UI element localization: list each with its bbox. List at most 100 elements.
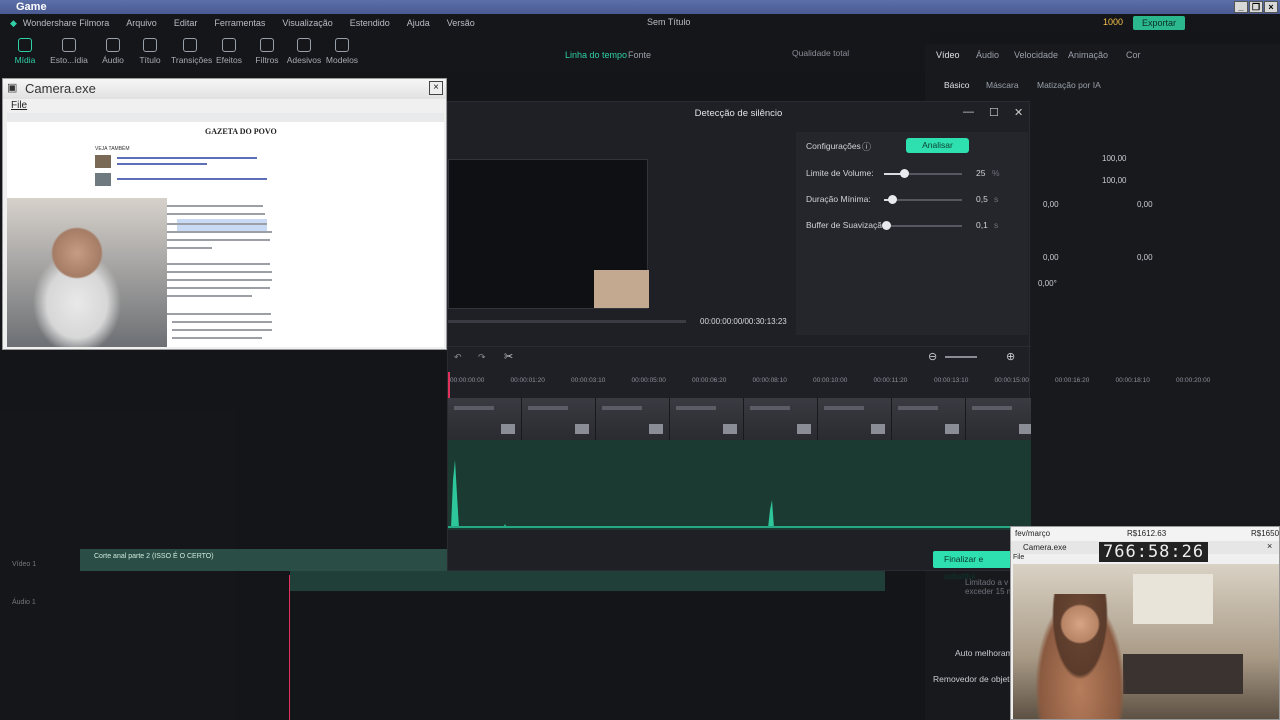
tab-video[interactable]: Vídeo bbox=[936, 50, 960, 60]
buffer-slider[interactable] bbox=[881, 221, 962, 230]
subtab-mascara[interactable]: Máscara bbox=[986, 80, 1019, 90]
object-remover-label: Removedor de objeto bbox=[933, 674, 1015, 684]
tool-modelos[interactable]: Modelos bbox=[323, 38, 361, 65]
export-button[interactable]: Exportar bbox=[1133, 16, 1185, 30]
camera2-close-icon[interactable]: × bbox=[1267, 541, 1272, 551]
tool-transicoes[interactable]: Transições bbox=[171, 38, 212, 65]
tool-filtros[interactable]: Filtros bbox=[248, 38, 286, 65]
config-label: Configurações bbox=[806, 141, 861, 151]
tab-audio[interactable]: Áudio bbox=[976, 50, 999, 60]
maximize-button[interactable]: ❐ bbox=[1249, 1, 1263, 13]
clip-thumbnails bbox=[448, 398, 1031, 440]
zoom-slider[interactable] bbox=[945, 356, 977, 358]
camera2-feed bbox=[1013, 564, 1279, 719]
camera-window-1: Camera.exe ▣ × File GAZETA DO POVO VEJA … bbox=[2, 78, 447, 350]
close-button[interactable]: × bbox=[1264, 1, 1278, 13]
music-icon bbox=[106, 38, 120, 52]
clip-thumbnail bbox=[522, 398, 596, 440]
param-label: Limite de Volume: bbox=[806, 168, 874, 178]
value-scale-y: 100,00 bbox=[1102, 176, 1127, 185]
menu-versao[interactable]: Versão bbox=[447, 18, 475, 28]
tool-adesivos[interactable]: Adesivos bbox=[285, 38, 323, 65]
camera1-title: Camera.exe bbox=[25, 81, 96, 96]
clip-thumbnail bbox=[744, 398, 818, 440]
ruler-tick-label: 00:00:13:10 bbox=[934, 377, 969, 384]
tab-cor[interactable]: Cor bbox=[1126, 50, 1141, 60]
menu-app-name: Wondershare Filmora bbox=[22, 18, 110, 28]
scissors-icon[interactable]: ✂ bbox=[504, 350, 513, 363]
title-icon bbox=[143, 38, 157, 52]
ruler-tick-label: 00:00:03:10 bbox=[571, 377, 606, 384]
dialog-maximize-icon[interactable]: ☐ bbox=[989, 106, 999, 119]
tool-estoque[interactable]: Esto...ídia bbox=[50, 38, 88, 65]
camera1-file-menu[interactable]: File bbox=[11, 100, 27, 111]
volume-slider[interactable] bbox=[884, 169, 962, 178]
filmora-logo-icon: ◆ bbox=[10, 17, 17, 28]
effects-icon bbox=[222, 38, 236, 52]
time-ruler[interactable]: 00:00:00:00 00:00:01:20 00:00:03:10 00:00:0… bbox=[448, 372, 1210, 392]
param-label: Duração Mínima: bbox=[806, 194, 871, 204]
ruler-tick-label: 00:00:20:00 bbox=[1176, 377, 1211, 384]
help-icon[interactable]: ⓘ bbox=[862, 140, 871, 153]
menu-ajuda[interactable]: Ajuda bbox=[407, 18, 430, 28]
dialog-minimize-icon[interactable]: — bbox=[963, 106, 974, 118]
ruler-tick-label: 00:00:06:20 bbox=[692, 377, 727, 384]
menu-arquivo[interactable]: Arquivo bbox=[126, 18, 157, 28]
finalize-replace-button[interactable]: Finalizar e substitui bbox=[933, 551, 1013, 581]
sticker-icon bbox=[297, 38, 311, 52]
tab-animacao[interactable]: Animação bbox=[1068, 50, 1108, 60]
camera2-title: Camera.exe bbox=[1023, 543, 1067, 552]
preview-video bbox=[448, 159, 649, 309]
preview-webcam-inset bbox=[594, 270, 649, 308]
tool-efeitos[interactable]: Efeitos bbox=[210, 38, 248, 65]
preview-time: 00:00:00:00/00:30:13:23 bbox=[700, 317, 787, 326]
camera1-titlebar: Camera.exe bbox=[3, 79, 446, 99]
menu-visualizacao[interactable]: Visualização bbox=[282, 18, 332, 28]
minimize-button[interactable]: _ bbox=[1234, 1, 1248, 13]
audio-track-label: Áudio 1 bbox=[12, 599, 36, 606]
analyze-button[interactable]: Analisar bbox=[906, 138, 969, 153]
template-icon bbox=[335, 38, 349, 52]
value-scale-x: 100,00 bbox=[1102, 154, 1127, 163]
tab-source[interactable]: Fonte bbox=[628, 50, 651, 60]
tab-velocidade[interactable]: Velocidade bbox=[1014, 50, 1058, 60]
camera1-close-icon[interactable]: × bbox=[429, 81, 443, 95]
newspaper-title: GAZETA DO POVO bbox=[205, 127, 277, 136]
quality-select[interactable]: Qualidade total bbox=[792, 48, 849, 58]
subtab-basico[interactable]: Básico bbox=[944, 80, 970, 90]
preview-progress[interactable] bbox=[448, 320, 686, 323]
dialog-close-icon[interactable]: ✕ bbox=[1014, 106, 1023, 119]
tool-midia[interactable]: Mídia bbox=[6, 38, 44, 65]
playhead[interactable] bbox=[289, 575, 290, 720]
undo-icon[interactable]: ↶ bbox=[454, 352, 462, 363]
zoom-in-icon[interactable]: ⊕ bbox=[1006, 350, 1015, 363]
value-anchor-y: 0,00 bbox=[1137, 253, 1153, 262]
clip-thumbnail bbox=[818, 398, 892, 440]
camera2-file-menu[interactable]: File bbox=[1013, 554, 1024, 561]
duration-slider[interactable] bbox=[884, 195, 962, 204]
dialog-title: Detecção de silêncio bbox=[694, 108, 783, 119]
clip-thumbnail bbox=[596, 398, 670, 440]
menu-editar[interactable]: Editar bbox=[174, 18, 198, 28]
transition-icon bbox=[183, 38, 197, 52]
menu-estendido[interactable]: Estendido bbox=[350, 18, 390, 28]
value-pos-x: 0,00 bbox=[1043, 200, 1059, 209]
param-unit: s bbox=[994, 194, 999, 204]
media-icon bbox=[18, 38, 32, 52]
auto-enhance-label: Auto melhoram bbox=[955, 648, 1013, 658]
tab-timeline[interactable]: Linha do tempo bbox=[565, 50, 627, 60]
silence-detection-dialog: Detecção de silêncio — ☐ ✕ 00:00:00:00/0… bbox=[447, 101, 1210, 571]
redo-icon[interactable]: ↷ bbox=[478, 352, 486, 363]
tool-audio[interactable]: Áudio bbox=[94, 38, 132, 65]
zoom-out-icon[interactable]: ⊖ bbox=[928, 350, 937, 363]
tool-titulo[interactable]: Título bbox=[131, 38, 169, 65]
menu-ferramentas[interactable]: Ferramentas bbox=[214, 18, 265, 28]
value-rotation: 0,00° bbox=[1038, 279, 1057, 288]
subtab-matizacao[interactable]: Matização por IA bbox=[1037, 80, 1101, 90]
camera-window-2: fev/março R$1612.63 R$1650 Camera.exe Fi… bbox=[1010, 526, 1280, 720]
header-mid: R$1612.63 bbox=[1127, 529, 1167, 538]
ruler-tick-label: 00:00:08:10 bbox=[752, 377, 787, 384]
header-left: fev/março bbox=[1015, 529, 1051, 538]
waveform-baseline bbox=[448, 526, 1031, 528]
outer-window-titlebar: Game _ ❐ × bbox=[0, 0, 1280, 14]
